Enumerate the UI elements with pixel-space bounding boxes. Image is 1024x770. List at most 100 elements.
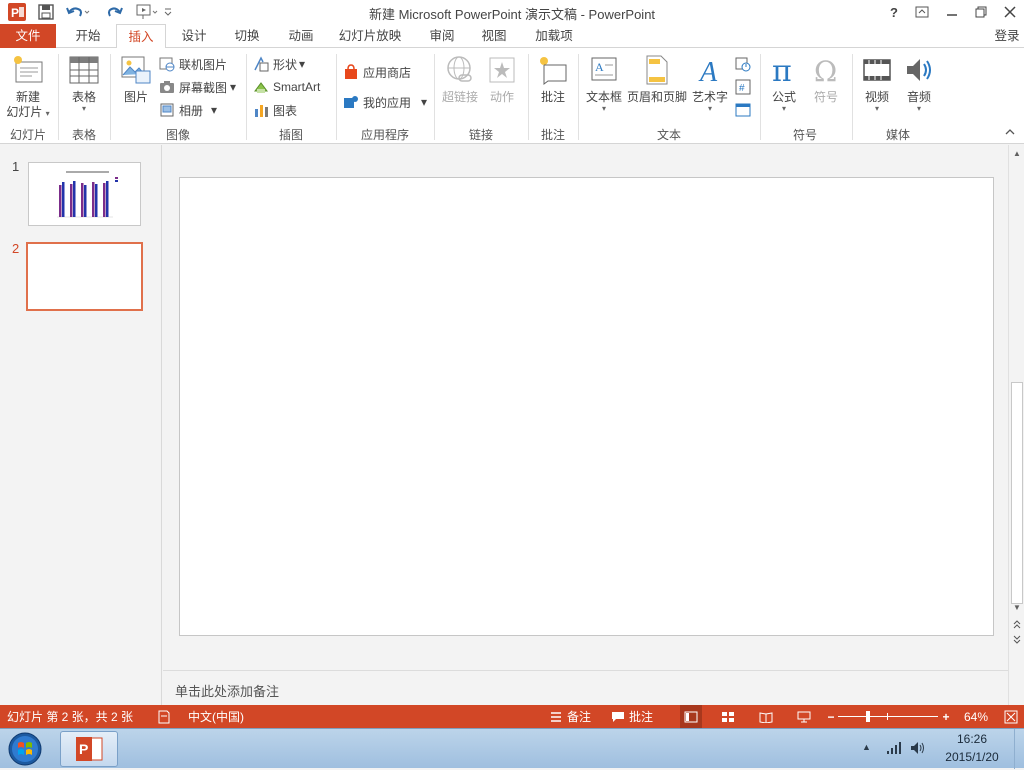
next-slide-icon[interactable] (1010, 635, 1024, 649)
group-divider (852, 54, 853, 140)
fit-to-window-button[interactable] (1002, 705, 1020, 728)
video-button[interactable]: 视频 ▾ (856, 52, 898, 113)
collapse-ribbon-icon[interactable] (1003, 128, 1017, 139)
customize-toolbar-icon[interactable] (162, 2, 174, 22)
slide-thumbnail-1[interactable] (28, 162, 141, 226)
hyperlink-globe-icon (445, 52, 475, 88)
tab-slideshow[interactable]: 幻灯片放映 (334, 24, 406, 48)
restore-button[interactable] (967, 0, 995, 24)
tab-addins[interactable]: 加载项 (528, 24, 580, 48)
wordart-button[interactable]: A 艺术字 ▾ (690, 52, 730, 113)
picture-button[interactable]: 图片 (116, 52, 156, 105)
comments-toggle-label: 批注 (629, 710, 654, 724)
office-store-button[interactable]: 应用商店 (342, 62, 411, 82)
header-footer-button[interactable]: 页眉和页脚 (626, 52, 688, 105)
slide-canvas[interactable] (179, 177, 994, 636)
reading-view-button[interactable] (756, 705, 776, 728)
redo-icon[interactable] (104, 2, 126, 22)
shapes-label: 形状 (273, 57, 298, 72)
show-hidden-icons-icon[interactable]: ▲ (862, 742, 871, 752)
slide-sorter-button[interactable] (718, 705, 738, 728)
scroll-down-icon[interactable]: ▼ (1010, 601, 1024, 615)
zoom-slider-thumb[interactable] (866, 711, 870, 722)
zoom-out-button[interactable]: − (826, 705, 836, 728)
vertical-scrollbar[interactable]: ▲ ▼ (1008, 145, 1024, 705)
shapes-button[interactable]: 形状 ▾ (252, 54, 305, 74)
previous-slide-icon[interactable] (1010, 619, 1024, 633)
symbol-button[interactable]: Ω 符号 (806, 52, 846, 105)
slide-editing-area (163, 145, 1008, 670)
comment-button[interactable]: 批注 (534, 52, 572, 105)
action-button[interactable]: 动作 (484, 52, 520, 105)
screenshot-button[interactable]: 屏幕截图 ▾ (158, 77, 236, 97)
pi-icon: π (769, 52, 799, 88)
zoom-slider[interactable] (838, 705, 938, 728)
notes-toggle-button[interactable]: 备注 (549, 705, 591, 728)
audio-label: 音频 (906, 90, 931, 104)
chart-button[interactable]: 图表 (252, 100, 297, 120)
start-button[interactable] (5, 731, 45, 767)
smartart-button[interactable]: SmartArt (252, 77, 320, 97)
ribbon-display-options-button[interactable] (908, 0, 936, 24)
notes-placeholder[interactable]: 单击此处添加备注 (175, 681, 279, 700)
table-button[interactable]: 表格 ▾ (62, 52, 106, 113)
scrollbar-thumb[interactable] (1011, 382, 1023, 604)
normal-view-button[interactable] (680, 705, 702, 728)
slideshow-view-button[interactable] (794, 705, 814, 728)
tab-design[interactable]: 设计 (172, 24, 216, 48)
minimize-button[interactable] (938, 0, 966, 24)
textbox-button[interactable]: A 文本框 ▾ (584, 52, 624, 113)
help-button[interactable]: ? (880, 0, 908, 24)
object-icon[interactable] (735, 102, 751, 118)
close-button[interactable] (996, 0, 1024, 24)
action-star-icon (488, 52, 516, 88)
comment-icon (538, 52, 568, 88)
slide-number-icon[interactable]: # (735, 79, 751, 95)
my-apps-button[interactable]: 我的应用 ▾ (342, 92, 427, 112)
online-picture-button[interactable]: 联机图片 (158, 54, 227, 74)
clock-date[interactable]: 2015/1/20 (934, 750, 1010, 764)
tab-file[interactable]: 文件 (0, 24, 56, 48)
equation-label: 公式 (771, 90, 796, 104)
ribbon-tabs: 文件 开始 插入 设计 切换 动画 幻灯片放映 审阅 视图 加载项 登录 (0, 24, 1024, 49)
tab-animations[interactable]: 动画 (279, 24, 323, 48)
show-desktop-button[interactable] (1014, 729, 1024, 769)
clock-time[interactable]: 16:26 (934, 732, 1010, 746)
undo-icon[interactable] (64, 2, 92, 22)
audio-button[interactable]: 音频 ▾ (898, 52, 940, 113)
tab-review[interactable]: 审阅 (420, 24, 464, 48)
group-label-images: 图像 (165, 128, 190, 142)
comment-label: 批注 (540, 90, 565, 104)
photo-album-button[interactable]: 相册 ▾ (158, 100, 217, 120)
windows-taskbar: P ▲ 16:26 2015/1/20 (0, 728, 1024, 769)
equation-button[interactable]: π 公式 ▾ (764, 52, 804, 113)
network-icon[interactable] (886, 741, 902, 758)
spell-check-icon[interactable] (157, 705, 171, 728)
login-link[interactable]: 登录 (990, 24, 1024, 48)
zoom-in-button[interactable]: + (940, 705, 952, 728)
slide-thumbnail-2[interactable] (26, 242, 143, 311)
scroll-up-icon[interactable]: ▲ (1010, 147, 1024, 161)
group-label-tables: 表格 (71, 128, 96, 142)
notes-pane[interactable]: 单击此处添加备注 (163, 670, 1008, 705)
volume-icon[interactable] (910, 740, 926, 759)
tab-home[interactable]: 开始 (66, 24, 110, 48)
tab-view[interactable]: 视图 (474, 24, 514, 48)
ribbon-insert: 新建 幻灯片 ▾ 幻灯片 表格 ▾ 表格 图片 联机图片 屏幕截图 ▾ 相册 ▾… (0, 48, 1024, 144)
save-icon[interactable] (36, 2, 56, 22)
powerpoint-logo-icon[interactable]: P (6, 2, 28, 22)
language-status[interactable]: 中文(中国) (188, 705, 244, 728)
taskbar-powerpoint-button[interactable]: P (60, 731, 118, 767)
normal-view-icon (684, 711, 698, 722)
zoom-level[interactable]: 64% (964, 705, 988, 728)
tab-transitions[interactable]: 切换 (225, 24, 269, 48)
svg-text:P: P (79, 741, 88, 757)
new-slide-button[interactable]: 新建 幻灯片 ▾ (4, 52, 52, 120)
reading-view-icon (759, 711, 773, 723)
hyperlink-button[interactable]: 超链接 (438, 52, 482, 105)
tab-insert[interactable]: 插入 (116, 24, 166, 49)
comments-toggle-button[interactable]: 批注 (611, 705, 653, 728)
start-presentation-icon[interactable] (134, 2, 160, 22)
date-time-icon[interactable] (735, 56, 751, 72)
slide-count-status[interactable]: 幻灯片 第 2 张，共 2 张 (7, 705, 133, 728)
